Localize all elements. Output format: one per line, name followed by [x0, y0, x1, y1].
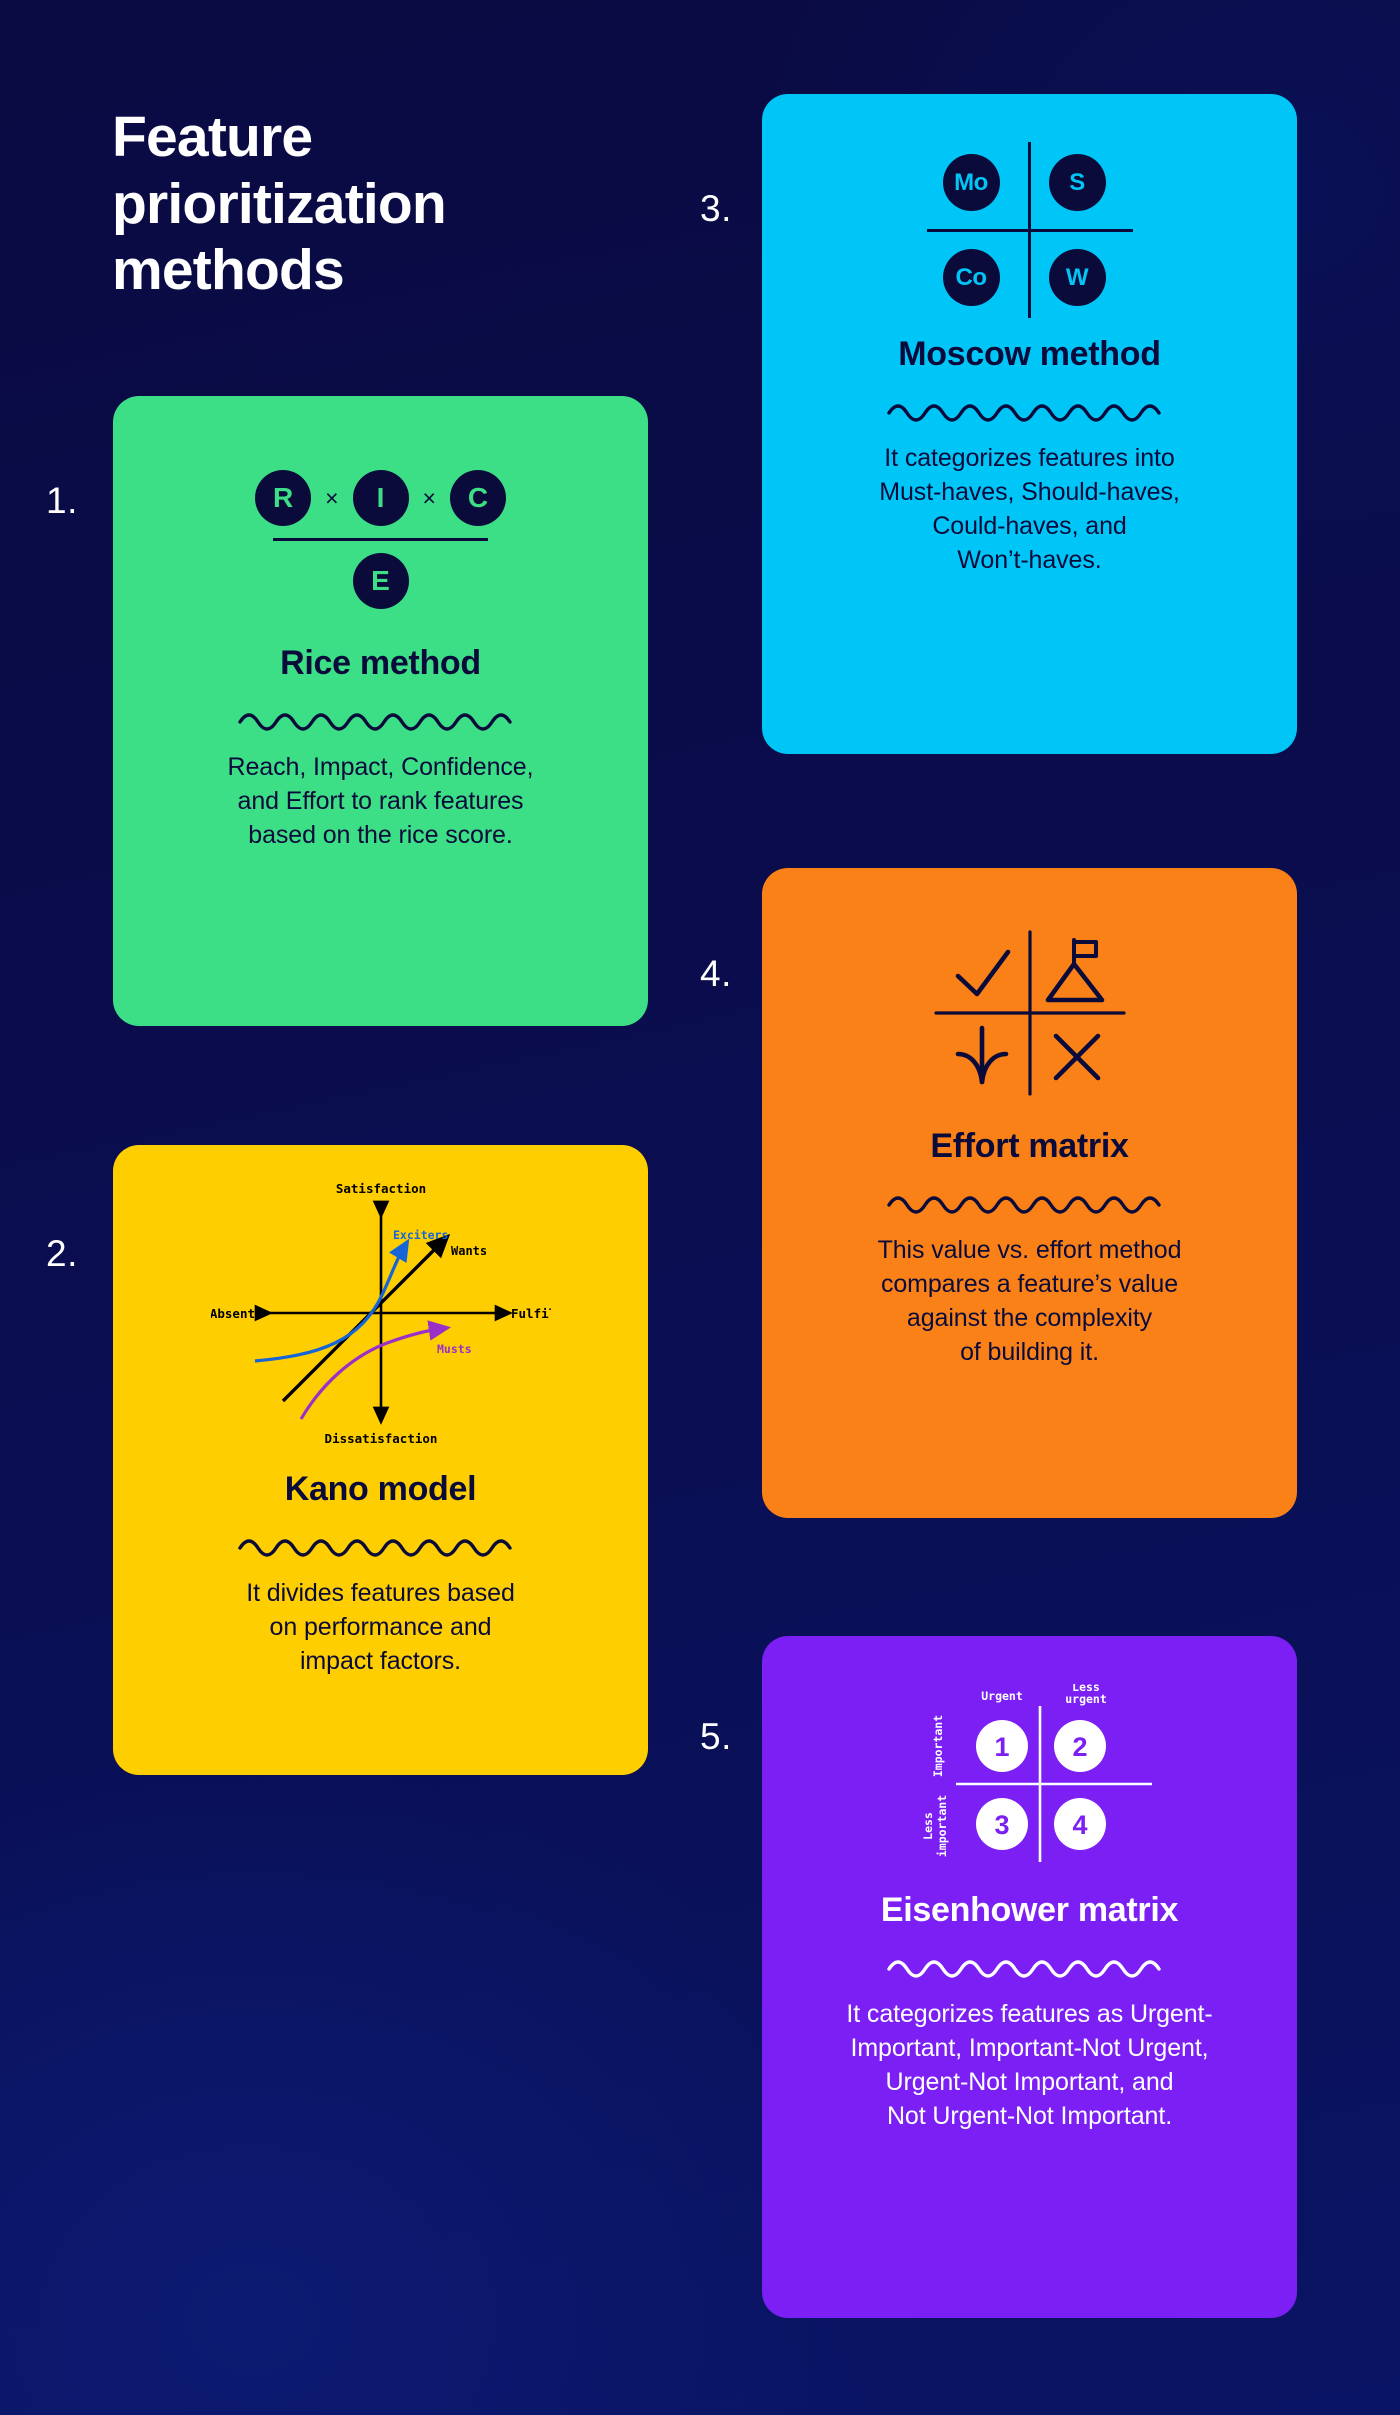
kano-axis-top: Satisfaction	[335, 1181, 425, 1196]
infographic-page: Feature prioritization methods 1. R × I …	[0, 0, 1400, 2415]
card-eisenhower-matrix[interactable]: 1 2 3 4 Urgent Less urgent Important Les…	[762, 1636, 1297, 2318]
check-icon	[955, 949, 1010, 997]
moscow-bubble-could: Co	[942, 249, 1000, 306]
eisen-quadrant-3: 3	[994, 1810, 1009, 1840]
card-number-2: 2.	[46, 1233, 78, 1274]
moscow-bubble-should: S	[1048, 154, 1106, 211]
kano-chart-visual: Satisfaction Dissatisfaction Absent Fulf…	[143, 1145, 618, 1469]
card-title-eisenhower: Eisenhower matrix	[880, 1891, 1179, 1929]
card-desc-effort: This value vs. effort method compares a …	[877, 1235, 1182, 1366]
quadrant-horizontal-line	[926, 229, 1133, 232]
card-title-effort: Effort matrix	[930, 1127, 1129, 1165]
kano-label-wants: Wants	[451, 1244, 487, 1258]
eisen-row-less: Less	[921, 1812, 935, 1840]
rice-bubble-i: I	[352, 470, 409, 526]
card-kano-model[interactable]: Satisfaction Dissatisfaction Absent Fulf…	[113, 1145, 648, 1775]
rice-formula-visual: R × I × C E	[143, 396, 618, 643]
card-moscow-method[interactable]: Mo S Co W Moscow method It categorizes f…	[762, 94, 1297, 754]
squiggle-divider	[237, 1539, 512, 1557]
cross-icon	[1053, 1033, 1100, 1081]
fraction-bar	[273, 538, 488, 541]
mountain-flag-icon	[1045, 938, 1104, 1003]
squiggle-divider	[886, 404, 1161, 422]
rice-bubble-c: C	[449, 470, 506, 526]
moscow-bubble-wont: W	[1048, 249, 1106, 306]
eisen-col-less-urgent-l2: urgent	[1065, 1692, 1107, 1706]
eisen-row-important-2: important	[935, 1795, 949, 1857]
card-desc-rice: Reach, Impact, Confidence, and Effort to…	[227, 752, 534, 849]
eisen-quadrant-4: 4	[1072, 1810, 1087, 1840]
eisen-col-urgent: Urgent	[981, 1689, 1023, 1703]
squiggle-divider	[886, 1196, 1161, 1214]
page-title: Feature prioritization methods	[112, 105, 447, 303]
card-number-4: 4.	[700, 953, 732, 994]
down-arrow-icon	[955, 1025, 1008, 1085]
rice-bubble-e: E	[352, 553, 409, 609]
multiply-icon: ×	[325, 484, 339, 511]
card-number-3: 3.	[700, 188, 732, 229]
multiply-icon: ×	[422, 484, 436, 511]
effort-matrix-diagram	[933, 930, 1126, 1096]
moscow-bubble-must: Mo	[942, 154, 1000, 211]
eisenhower-diagram: 1 2 3 4 Urgent Less urgent Important Les…	[921, 1684, 1152, 1862]
rice-bubble-r: R	[255, 470, 312, 526]
card-number-5: 5.	[700, 1716, 732, 1757]
eisenhower-matrix-visual: 1 2 3 4 Urgent Less urgent Important Les…	[792, 1636, 1267, 1890]
moscow-quadrant-visual: Mo S Co W	[792, 94, 1267, 334]
kano-label-exciters: Exciters	[393, 1228, 448, 1242]
kano-label-musts: Musts	[437, 1342, 472, 1356]
card-desc-eisenhower: It categorizes features as Urgent- Impor…	[846, 1999, 1213, 2130]
card-title-rice: Rice method	[280, 644, 481, 682]
card-desc-kano: It divides features based on performance…	[246, 1578, 515, 1675]
card-title-kano: Kano model	[284, 1470, 477, 1508]
effort-matrix-visual	[792, 868, 1267, 1126]
card-desc-moscow: It categorizes features into Must-haves,…	[879, 443, 1180, 574]
kano-axis-left: Absent	[211, 1306, 255, 1321]
squiggle-divider	[237, 713, 512, 731]
kano-chart: Satisfaction Dissatisfaction Absent Fulf…	[211, 1181, 551, 1446]
card-effort-matrix[interactable]: Effort matrix This value vs. effort meth…	[762, 868, 1297, 1518]
card-number-1: 1.	[46, 480, 78, 521]
kano-axis-right: Fulfilled	[511, 1306, 551, 1321]
card-rice-method[interactable]: R × I × C E Rice method Reach, Impact, C…	[113, 396, 648, 1026]
squiggle-divider	[886, 1960, 1161, 1978]
kano-axis-bottom: Dissatisfaction	[324, 1431, 437, 1446]
eisen-quadrant-2: 2	[1072, 1732, 1087, 1762]
eisen-row-important: Important	[931, 1715, 945, 1777]
card-title-moscow: Moscow method	[898, 335, 1161, 373]
eisen-quadrant-1: 1	[994, 1732, 1009, 1762]
